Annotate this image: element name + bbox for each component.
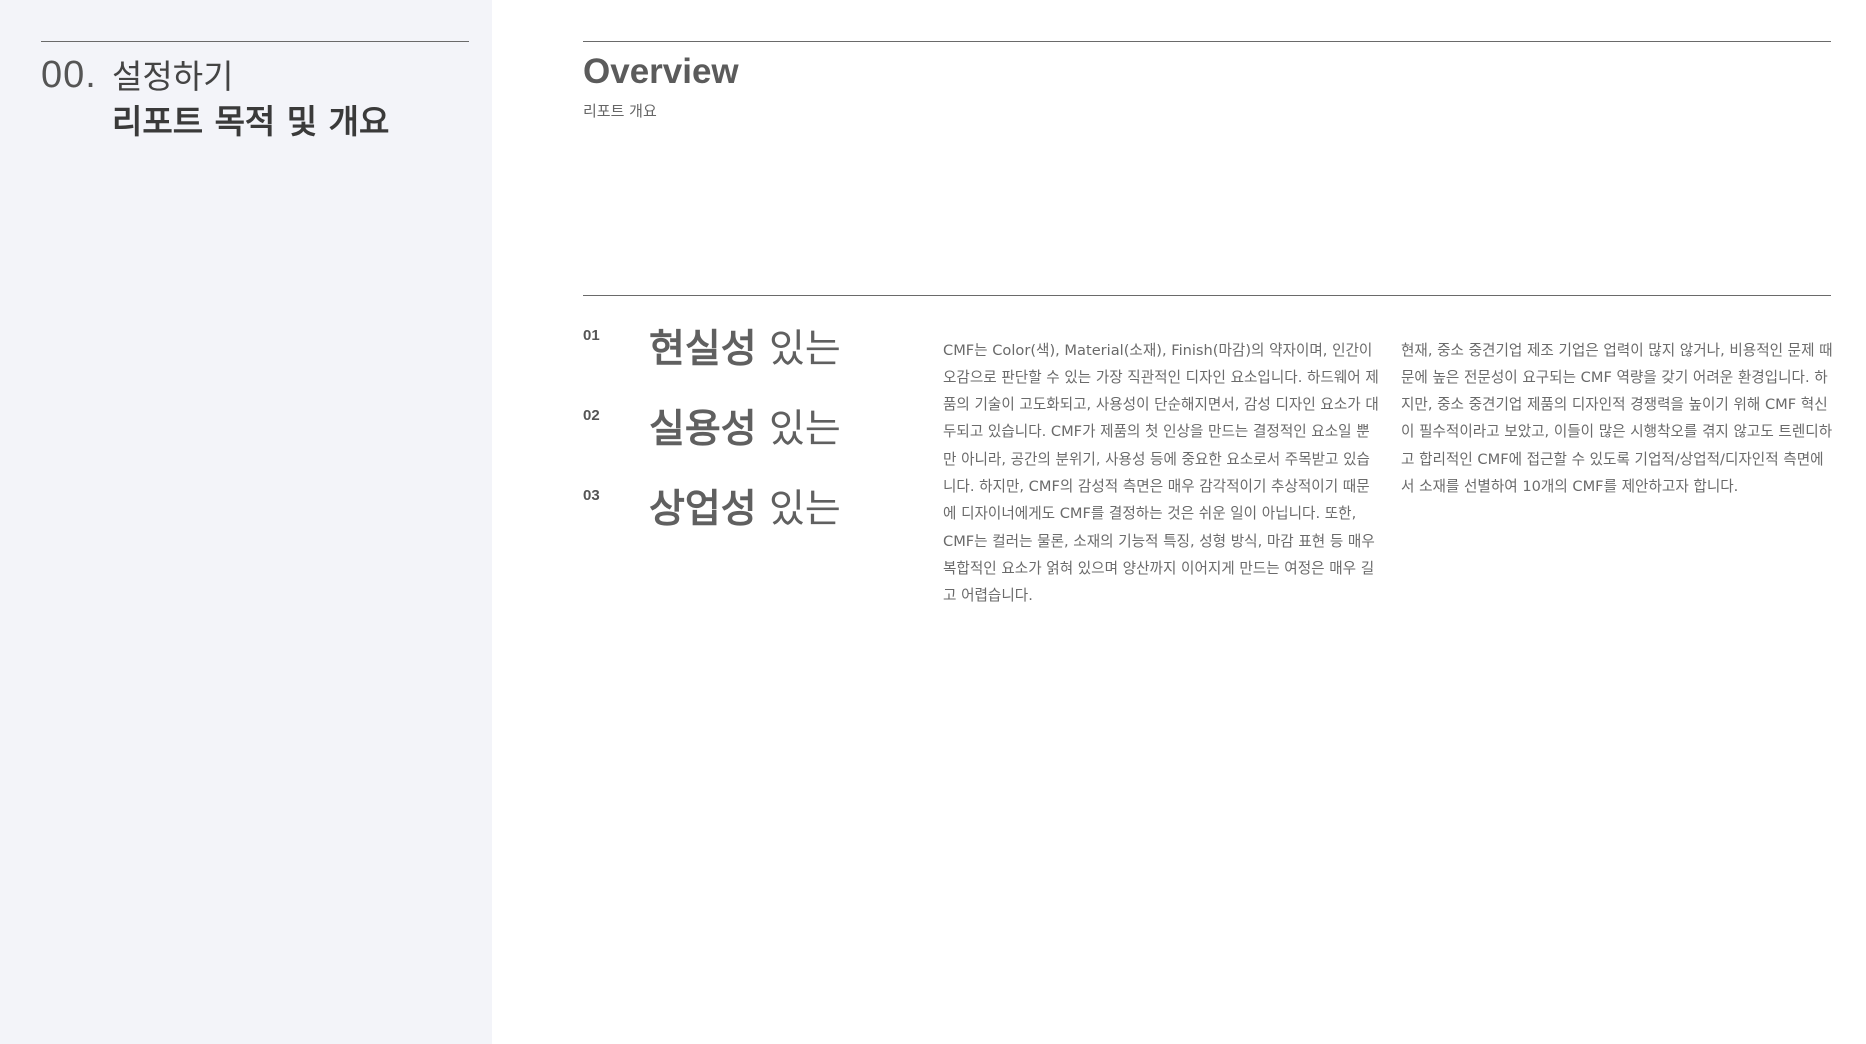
content-divider (583, 295, 1831, 296)
top-divider (583, 41, 1831, 42)
key-point-number: 02 (583, 407, 600, 424)
key-point-light: 있는 (756, 487, 841, 532)
key-point-strong: 현실성 (649, 327, 757, 372)
key-point-light: 있는 (756, 407, 841, 452)
key-point-strong: 상업성 (649, 487, 757, 532)
key-point-item: 02 실용성 있는 (583, 398, 903, 478)
key-point-label: 현실성 있는 (649, 318, 841, 374)
key-point-label: 상업성 있는 (649, 478, 841, 534)
section-title: 설정하기 리포트 목적 및 개요 (112, 54, 389, 144)
key-points-list: 01 현실성 있는 02 실용성 있는 03 상업성 있는 (583, 318, 903, 558)
key-point-number: 03 (583, 487, 600, 504)
section-title-line2: 리포트 목적 및 개요 (112, 102, 390, 141)
page-title: Overview (583, 52, 739, 91)
key-point-item: 03 상업성 있는 (583, 478, 903, 558)
key-point-label: 실용성 있는 (649, 398, 841, 454)
key-point-item: 01 현실성 있는 (583, 318, 903, 398)
overview-paragraph-2: 현재, 중소 중견기업 제조 기업은 업력이 많지 않거나, 비용적인 문제 때… (1401, 341, 1833, 496)
overview-paragraph-1: CMF는 Color(색), Material(소재), Finish(마감)의… (943, 341, 1379, 605)
key-point-light: 있는 (756, 327, 841, 372)
sidebar: 00. 설정하기 리포트 목적 및 개요 (0, 0, 492, 1044)
section-title-line1: 설정하기 (112, 57, 234, 96)
key-point-number: 01 (583, 327, 600, 344)
key-point-strong: 실용성 (649, 407, 757, 452)
sidebar-divider (41, 41, 469, 42)
section-number: 00. (41, 54, 97, 96)
page-subtitle: 리포트 개요 (583, 102, 657, 120)
